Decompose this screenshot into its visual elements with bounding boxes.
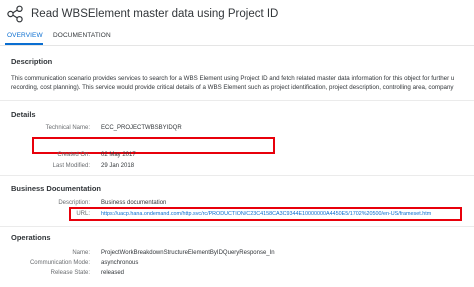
technical-name-label: Technical Name: xyxy=(45,125,90,131)
page-title: Read WBSElement master data using Projec… xyxy=(31,8,279,20)
operation-name-value: ProjectWorkBreakdownStructureElementByID… xyxy=(101,250,275,256)
section-divider xyxy=(0,226,474,227)
page-header: Read WBSElement master data using Projec… xyxy=(0,0,474,28)
operation-name-label: Name: xyxy=(72,250,90,256)
details-heading: Details xyxy=(11,110,36,119)
technical-name-value: ECC_PROJECTWBSBYIDQR xyxy=(101,125,182,131)
description-heading: Description xyxy=(11,57,53,66)
last-modified-value: 29 Jan 2018 xyxy=(101,163,135,169)
last-modified-label: Last Modified: xyxy=(52,163,90,169)
section-divider xyxy=(0,100,474,101)
communication-mode-label: Communication Mode: xyxy=(29,260,90,266)
share-icon[interactable] xyxy=(6,5,24,23)
tab-divider xyxy=(0,45,474,46)
tab-overview[interactable]: OVERVIEW xyxy=(7,32,43,39)
description-text-line-2: recording, cost planning). This service … xyxy=(11,84,454,91)
section-divider xyxy=(0,175,474,176)
documentation-url-link[interactable]: https://uacp.hana.ondemand.com/http.svc/… xyxy=(101,211,431,217)
documentation-description-label: Description: xyxy=(58,200,90,206)
documentation-description-value: Business documentation xyxy=(101,200,167,206)
release-state-value: released xyxy=(101,270,125,276)
communication-mode-value: asynchronous xyxy=(101,260,139,266)
url-label: URL: xyxy=(76,211,90,217)
operations-heading: Operations xyxy=(11,233,51,242)
created-on-label: Created On: xyxy=(57,152,90,158)
created-on-value: 02 May 2017 xyxy=(101,152,136,158)
description-text-line-1: This communication scenario provides ser… xyxy=(11,75,455,82)
tab-documentation[interactable]: DOCUMENTATION xyxy=(53,32,111,39)
business-documentation-heading: Business Documentation xyxy=(11,184,102,193)
tab-bar: OVERVIEW DOCUMENTATION xyxy=(0,31,474,45)
release-state-label: Release State: xyxy=(50,270,90,276)
